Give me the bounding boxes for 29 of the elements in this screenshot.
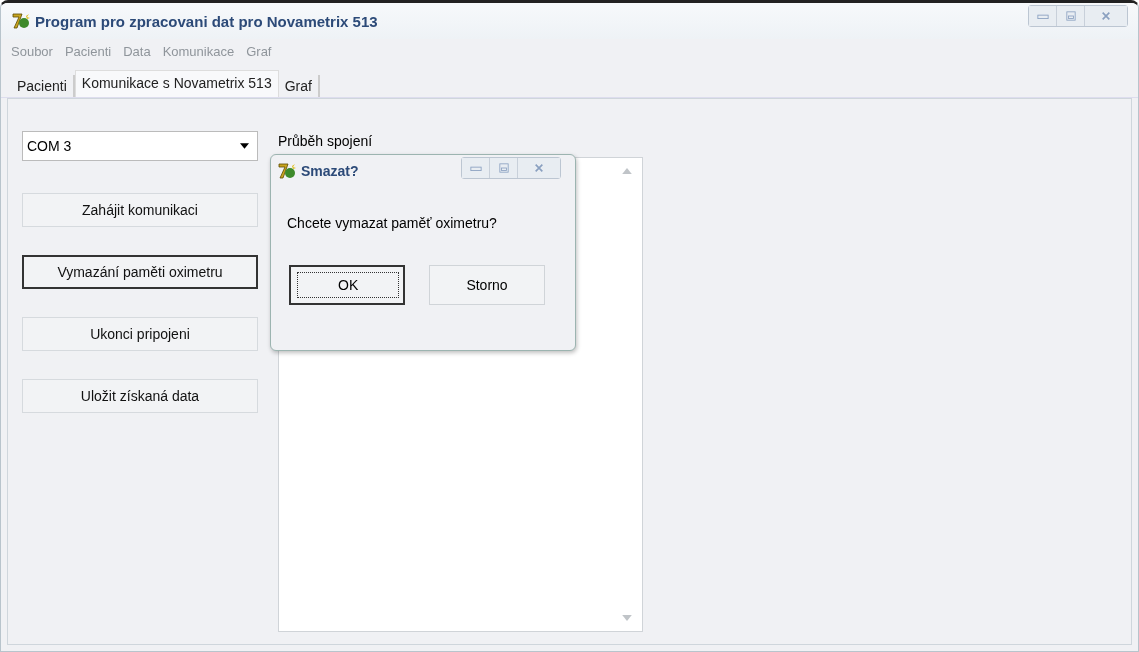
action-button[interactable]: Zahájit komunikaci xyxy=(22,193,258,227)
minimize-icon xyxy=(1036,11,1049,21)
action-button[interactable]: Ukonci pripojeni xyxy=(22,317,258,351)
dialog-button[interactable]: Storno xyxy=(429,265,545,305)
minimize-button[interactable] xyxy=(1029,6,1057,26)
action-button[interactable]: Uložit získaná data xyxy=(22,379,258,413)
dialog-message: Chcete vymazat paměť oximetru? xyxy=(286,214,498,231)
dialog-title: Smazat? xyxy=(301,163,359,179)
action-button[interactable]: Vymazání paměti oximetru xyxy=(22,255,258,289)
log-label: Průběh spojení xyxy=(278,132,374,149)
close-button[interactable] xyxy=(518,158,560,178)
close-icon xyxy=(1100,11,1112,21)
window-title: Program pro zpracovani dat pro Novametrix 513 xyxy=(35,12,378,30)
minimize-button[interactable] xyxy=(462,158,490,178)
maximize-icon xyxy=(497,163,510,173)
app-icon xyxy=(277,161,297,181)
scroll-up-icon xyxy=(622,168,632,174)
close-button[interactable] xyxy=(1085,6,1127,26)
port-dropdown[interactable]: COM 3 xyxy=(22,131,258,161)
tab[interactable]: Komunikace s Novametrix 513 xyxy=(74,70,279,97)
maximize-button[interactable] xyxy=(490,158,518,178)
maximize-icon xyxy=(1064,11,1077,21)
dialog-button[interactable]: OK xyxy=(289,265,405,305)
close-icon xyxy=(533,163,545,173)
scroll-down-icon xyxy=(622,615,632,621)
maximize-button[interactable] xyxy=(1057,6,1085,26)
app-icon xyxy=(11,11,31,31)
minimize-icon xyxy=(469,163,482,173)
dropdown-arrow-icon xyxy=(240,143,249,149)
